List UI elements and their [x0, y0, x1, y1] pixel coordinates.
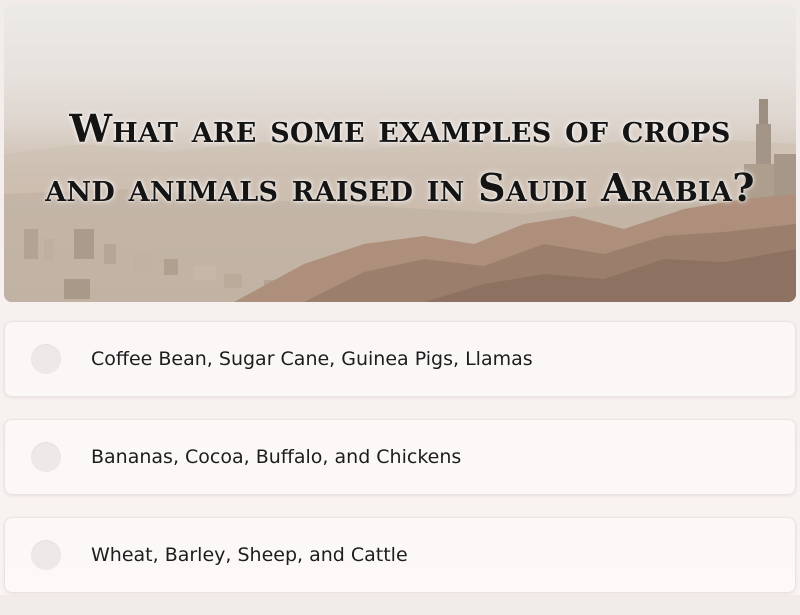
answer-label: Coffee Bean, Sugar Cane, Guinea Pigs, Ll… [91, 348, 533, 370]
question-text: What are some examples of crops and anim… [4, 100, 796, 218]
answer-label: Wheat, Barley, Sheep, and Cattle [91, 544, 408, 566]
answer-list: Coffee Bean, Sugar Cane, Guinea Pigs, Ll… [4, 321, 796, 615]
radio-button-icon[interactable] [31, 442, 61, 472]
radio-button-icon[interactable] [31, 540, 61, 570]
answer-option-3[interactable]: Wheat, Barley, Sheep, and Cattle [4, 517, 796, 593]
radio-button-icon[interactable] [31, 344, 61, 374]
answer-label: Bananas, Cocoa, Buffalo, and Chickens [91, 446, 462, 468]
question-line-2: and animals raised in Saudi Arabia? [45, 164, 755, 210]
answer-option-1[interactable]: Coffee Bean, Sugar Cane, Guinea Pigs, Ll… [4, 321, 796, 397]
answer-option-2[interactable]: Bananas, Cocoa, Buffalo, and Chickens [4, 419, 796, 495]
question-line-1: What are some examples of crops [69, 106, 731, 151]
question-image: What are some examples of crops and anim… [4, 4, 796, 302]
